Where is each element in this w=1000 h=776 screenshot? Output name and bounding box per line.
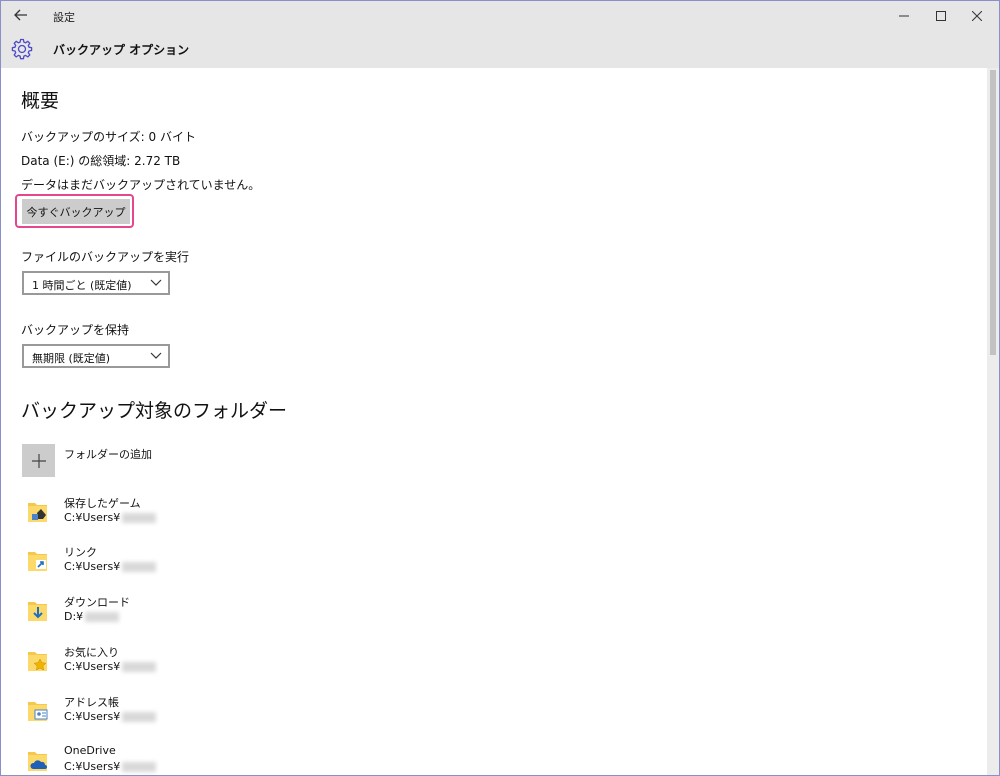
backup-status-text: データはまだバックアップされていません。 [21, 178, 261, 192]
folder-path: C:¥Users¥ [64, 660, 157, 673]
back-button[interactable] [7, 3, 35, 27]
window-title: 設定 [53, 11, 75, 24]
folder-item-links[interactable]: リンク C:¥Users¥ [21, 544, 421, 584]
redacted-username [122, 662, 157, 672]
maximize-button[interactable] [923, 1, 959, 31]
redacted-username [122, 762, 157, 772]
page-header: バックアップ オプション [1, 31, 999, 68]
minimize-button[interactable] [886, 1, 922, 31]
close-icon [972, 11, 982, 21]
redacted-username [122, 562, 157, 572]
chevron-down-icon [150, 279, 162, 286]
frequency-label: ファイルのバックアップを実行 [21, 250, 190, 264]
vertical-scrollbar[interactable] [987, 68, 999, 775]
folder-name: お気に入り [64, 646, 119, 659]
folders-heading: バックアップ対象のフォルダー [21, 400, 288, 422]
folder-path: C:¥Users¥ [64, 710, 157, 723]
contacts-folder-icon [28, 702, 48, 721]
retention-value: 無期限 (既定値) [32, 352, 111, 365]
redacted-username [85, 612, 120, 622]
minimize-icon [899, 15, 909, 17]
content-area: 概要 バックアップのサイズ: 0 バイト Data (E:) の総領域: 2.7… [1, 68, 987, 775]
folder-path: C:¥Users¥ [64, 760, 157, 773]
back-arrow-icon [14, 9, 27, 21]
add-folder-label[interactable]: フォルダーの追加 [64, 446, 152, 462]
folder-item-saved-games[interactable]: 保存したゲーム C:¥Users¥ [21, 495, 421, 535]
folder-item-onedrive[interactable]: OneDrive C:¥Users¥ [21, 744, 421, 775]
scrollbar-thumb[interactable] [990, 70, 996, 355]
frequency-value: 1 時間ごと (既定値) [32, 279, 132, 292]
retention-label: バックアップを保持 [21, 323, 130, 337]
saved-games-folder-icon [28, 503, 47, 522]
folder-item-favorites[interactable]: お気に入り C:¥Users¥ [21, 644, 421, 684]
plus-icon [31, 453, 46, 468]
backup-size-text: バックアップのサイズ: 0 バイト [21, 130, 196, 144]
redacted-username [122, 712, 157, 722]
gear-icon [11, 38, 33, 60]
folder-path: D:¥ [64, 610, 120, 623]
folder-path: C:¥Users¥ [64, 560, 157, 573]
folder-item-downloads[interactable]: ダウンロード D:¥ [21, 594, 421, 634]
downloads-folder-icon [28, 602, 47, 621]
redacted-username [122, 513, 157, 523]
maximize-icon [936, 11, 946, 21]
total-space-text: Data (E:) の総領域: 2.72 TB [21, 154, 181, 168]
settings-window: 設定 バックアップ オプション 概要 バックアップのサイズ: 0 バイト Dat… [0, 0, 1000, 776]
folder-item-contacts[interactable]: アドレス帳 C:¥Users¥ [21, 694, 421, 734]
page-title: バックアップ オプション [53, 43, 190, 57]
folder-name: OneDrive [64, 744, 116, 757]
folder-path: C:¥Users¥ [64, 511, 157, 524]
chevron-down-icon [150, 352, 162, 359]
folder-name: アドレス帳 [64, 696, 119, 709]
overview-heading: 概要 [21, 90, 60, 112]
frequency-select[interactable]: 1 時間ごと (既定値) [22, 271, 170, 295]
favorites-folder-icon [28, 652, 47, 671]
title-bar: 設定 [1, 1, 999, 31]
close-button[interactable] [959, 1, 995, 31]
backup-now-button[interactable]: 今すぐバックアップ [22, 199, 130, 224]
folder-name: 保存したゲーム [64, 497, 141, 510]
retention-select[interactable]: 無期限 (既定値) [22, 344, 170, 368]
onedrive-folder-icon [28, 752, 47, 771]
links-folder-icon [28, 552, 47, 571]
folder-name: リンク [64, 546, 97, 559]
folder-name: ダウンロード [64, 596, 130, 609]
add-folder-button[interactable] [22, 444, 55, 477]
